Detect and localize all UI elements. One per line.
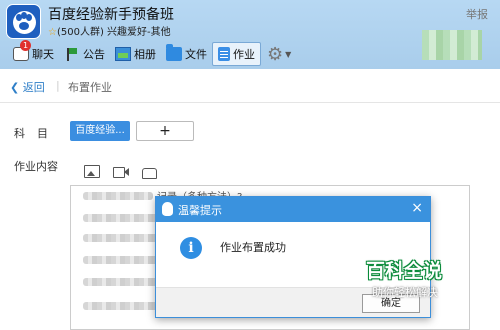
tab-album-label: 相册: [134, 48, 156, 61]
dialog-header: 温馨提示 ×: [156, 197, 430, 222]
close-icon[interactable]: ×: [411, 200, 423, 216]
watermark: 百科全说 助你轻松解决: [348, 256, 460, 306]
blurred-text: [83, 256, 159, 264]
unread-badge: 1: [20, 40, 31, 51]
subject-chip[interactable]: 百度经验...: [70, 121, 130, 141]
content-label: 作业内容: [14, 160, 58, 173]
star-icon: ☆: [48, 27, 57, 38]
tab-files[interactable]: 文件: [161, 42, 212, 66]
group-avatar[interactable]: [6, 4, 41, 39]
tab-homework-label: 作业: [233, 48, 255, 61]
info-icon: i: [180, 237, 202, 259]
dialog-message: 作业布置成功: [220, 241, 286, 254]
group-subtitle: ☆(500人群) 兴趣爱好-其他: [48, 23, 171, 38]
blurred-text: [83, 234, 163, 242]
breadcrumb: 布置作业: [68, 81, 112, 94]
tab-announcement[interactable]: 公告: [59, 42, 110, 66]
chevron-down-icon[interactable]: ▼: [285, 50, 291, 59]
gear-icon[interactable]: ⚙: [267, 44, 283, 65]
tab-announcement-label: 公告: [83, 48, 105, 61]
tab-homework[interactable]: 作业: [212, 42, 261, 66]
group-title: 百度经验新手预备班: [48, 7, 174, 23]
insert-image-icon[interactable]: [84, 165, 100, 178]
group-subtitle-text: (500人群) 兴趣爱好-其他: [56, 27, 171, 38]
baidu-paw-icon: [13, 11, 36, 34]
report-link[interactable]: 举报: [466, 6, 488, 22]
blurred-text: [83, 192, 153, 200]
insert-video-icon[interactable]: [113, 165, 129, 178]
tab-chat[interactable]: 1 聊天: [8, 40, 59, 66]
tab-album[interactable]: 相册: [110, 42, 161, 66]
tab-files-label: 文件: [185, 48, 207, 61]
photo-icon: [115, 47, 131, 61]
blurred-text: [83, 302, 161, 310]
blurred-area: [422, 30, 482, 60]
flag-icon: [64, 47, 80, 61]
divider: [0, 102, 500, 103]
tab-bar: 1 聊天 公告 相册 文件 作业 ⚙ ▼: [8, 40, 291, 66]
breadcrumb-separator: |: [56, 79, 60, 92]
back-label: 返回: [22, 81, 45, 94]
add-subject-button[interactable]: +: [136, 121, 194, 141]
chat-window-header: 百度经验新手预备班 ☆(500人群) 兴趣爱好-其他 举报 1 聊天 公告 相册…: [0, 0, 500, 69]
back-link[interactable]: ❮ 返回: [10, 79, 45, 95]
homework-icon: [218, 47, 230, 61]
qq-penguin-icon: [162, 202, 173, 216]
subject-label: 科目: [14, 127, 60, 140]
blurred-text: [83, 278, 165, 286]
dialog-title: 温馨提示: [178, 204, 222, 217]
watermark-subtitle: 助你轻松解决: [372, 286, 438, 299]
watermark-title: 百科全说: [366, 260, 443, 282]
folder-icon: [166, 44, 182, 61]
insert-file-icon[interactable]: [142, 165, 158, 179]
tab-chat-label: 聊天: [32, 48, 54, 61]
